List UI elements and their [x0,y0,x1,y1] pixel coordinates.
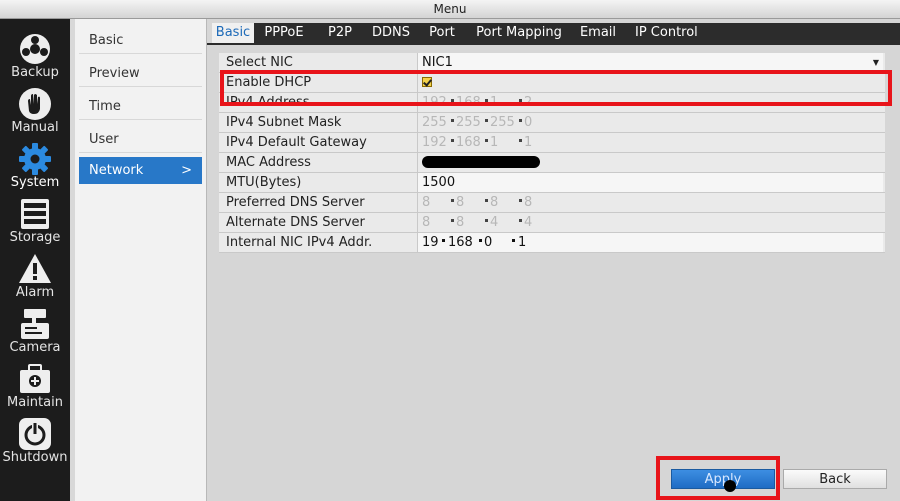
alarm-warning-icon [19,254,51,283]
octet: 1 [524,135,533,150]
octet-dot [485,139,488,142]
octet-dot [479,239,482,242]
field-label: IPv4 Subnet Mask [226,115,342,130]
alternate-dns-input[interactable]: 8 8 4 4 [417,213,883,232]
submenu-item-preview[interactable]: Preview [79,60,202,87]
octet-dot [512,239,515,242]
tab-divider [207,43,900,45]
octet-dot [519,119,522,122]
nav-label: Camera [9,340,61,355]
default-gateway-input[interactable]: 192 168 1 1 [417,133,883,152]
main-nav: Backup Manual System Storage Alarm Camer… [0,19,70,501]
mtu-row: MTU(Bytes) 1500 [219,173,885,193]
nav-label: Storage [9,230,61,245]
nav-shutdown[interactable]: Shutdown [0,412,70,467]
mouse-cursor [724,480,736,492]
backup-reel-icon [20,34,50,64]
nav-manual[interactable]: Manual [0,82,70,137]
storage-icon [21,199,49,229]
octet-dot [519,219,522,222]
octet-dot [451,139,454,142]
octet-dot [519,139,522,142]
nav-alarm[interactable]: Alarm [0,247,70,302]
submenu-item-user[interactable]: User [79,126,202,153]
nav-label: Manual [11,120,59,135]
nav-label: Alarm [15,285,55,300]
toolbox-icon [20,364,50,393]
redaction-mask [422,156,540,168]
octet-dot [485,119,488,122]
subnet-mask-input[interactable]: 255 255 255 0 [417,113,883,132]
field-label: MAC Address [226,155,311,170]
nav-label: Shutdown [2,450,68,465]
octet-dot [485,219,488,222]
back-button[interactable]: Back [783,469,887,489]
tab-basic[interactable]: Basic [212,23,254,43]
nav-backup[interactable]: Backup [0,27,70,82]
internal-nic-input[interactable]: 19 168 0 1 [417,233,883,252]
tab-port-mapping[interactable]: Port Mapping [468,23,570,43]
nav-label: System [10,175,60,190]
network-tabs: Basic PPPoE P2P DDNS Port Port Mapping E… [207,23,900,43]
nav-label: Backup [11,65,59,80]
field-label: IPv4 Default Gateway [226,135,367,150]
dhcp-highlight-box [220,70,892,106]
power-icon [19,418,51,450]
default-gateway-row: IPv4 Default Gateway 192 168 1 1 [219,133,885,153]
hand-icon [19,88,51,120]
alternate-dns-row: Alternate DNS Server 8 8 4 4 [219,213,885,233]
nav-system[interactable]: System [0,137,70,192]
mac-address-row: MAC Address [219,153,885,173]
submenu-item-time[interactable]: Time [79,93,202,120]
tab-port[interactable]: Port [416,23,468,43]
submenu-item-network[interactable]: Network > [79,157,202,184]
octet-dot [519,199,522,202]
window-title: Menu [0,0,900,19]
nav-storage[interactable]: Storage [0,192,70,247]
field-label: Internal NIC IPv4 Addr. [226,235,373,250]
octet-dot [451,199,454,202]
tab-ddns[interactable]: DDNS [366,23,416,43]
octet: 1 [518,235,527,250]
submenu-item-label: Network [89,163,144,178]
preferred-dns-row: Preferred DNS Server 8 8 8 8 [219,193,885,213]
octet-dot [451,119,454,122]
internal-nic-row: Internal NIC IPv4 Addr. 19 168 0 1 [219,233,885,253]
field-label: MTU(Bytes) [226,175,302,190]
octet-dot [442,239,445,242]
mac-address-value [417,153,883,172]
tab-pppoe[interactable]: PPPoE [254,23,314,43]
subnet-mask-row: IPv4 Subnet Mask 255 255 255 0 [219,113,885,133]
camera-icon [21,309,49,339]
octet-dot [485,199,488,202]
chevron-right-icon: > [181,163,192,178]
nav-camera[interactable]: Camera [0,302,70,357]
gear-icon [19,143,51,175]
submenu-item-basic[interactable]: Basic [79,27,202,54]
field-label: Preferred DNS Server [226,195,365,210]
field-label: Alternate DNS Server [226,215,365,230]
octet: 8 [524,195,533,210]
apply-highlight-box [656,456,780,500]
nic-select-value: NIC1 [422,55,453,70]
nav-label: Maintain [7,395,63,410]
nav-maintain[interactable]: Maintain [0,357,70,412]
mtu-input[interactable]: 1500 [417,173,883,192]
preferred-dns-input[interactable]: 8 8 8 8 [417,193,883,212]
tab-email[interactable]: Email [570,23,626,43]
tab-ip-control[interactable]: IP Control [626,23,900,43]
system-submenu: Basic Preview Time User Network > [75,19,207,501]
tab-p2p[interactable]: P2P [314,23,366,43]
octet: 4 [524,215,533,230]
octet-dot [451,219,454,222]
octet: 0 [524,115,533,130]
